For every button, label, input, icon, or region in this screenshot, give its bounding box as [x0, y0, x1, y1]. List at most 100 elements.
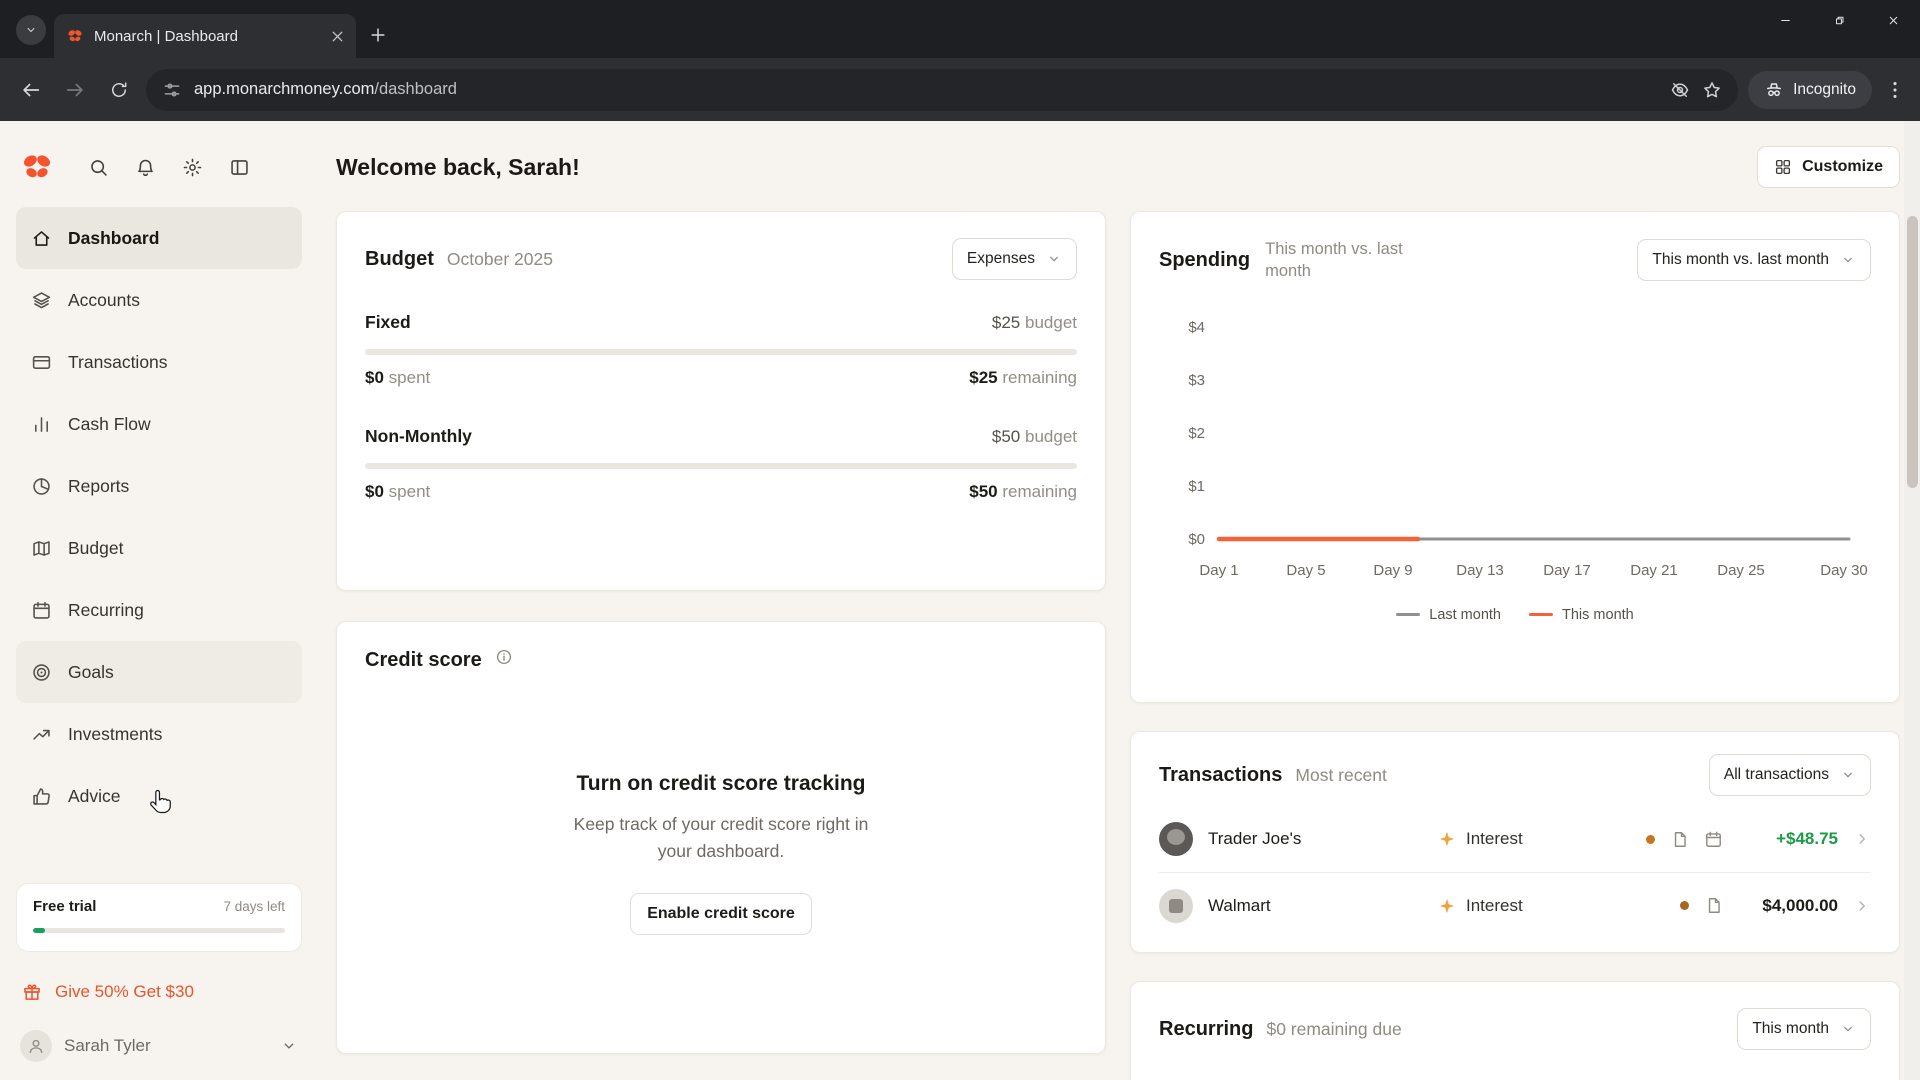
note-icon[interactable]: [1670, 830, 1689, 849]
spending-title: Spending: [1159, 249, 1250, 272]
calendar-icon[interactable]: [1704, 830, 1723, 849]
info-icon[interactable]: [495, 648, 513, 666]
search-icon[interactable]: [88, 157, 109, 178]
spending-range-select[interactable]: This month vs. last month: [1637, 239, 1871, 281]
enable-credit-score-button[interactable]: Enable credit score: [630, 893, 812, 935]
sidebar-item[interactable]: Goals: [16, 641, 302, 703]
user-name: Sarah Tyler: [64, 1036, 268, 1056]
category-chip[interactable]: Interest: [1438, 896, 1665, 916]
spending-line-chart: $4 $3 $2 $1 $0 Day 1 Day 5 Day 9 Day 13 …: [1159, 299, 1871, 599]
svg-text:$0: $0: [1188, 531, 1205, 548]
tab-close-icon[interactable]: [329, 28, 346, 45]
sidebar-item[interactable]: Investments: [16, 703, 302, 765]
collapse-sidebar-icon[interactable]: [229, 157, 250, 178]
minimize-button[interactable]: [1758, 0, 1812, 40]
home-icon: [31, 228, 52, 249]
budget-period: October 2025: [447, 249, 553, 270]
sidebar-item-label: Recurring: [68, 600, 144, 621]
close-button[interactable]: [1866, 0, 1920, 40]
restore-button[interactable]: [1812, 0, 1866, 40]
category-label: Interest: [1466, 829, 1523, 849]
svg-text:Day 9: Day 9: [1373, 562, 1412, 579]
remaining-amount: $50: [969, 482, 997, 501]
budget-type-select[interactable]: Expenses: [952, 238, 1077, 280]
minimize-icon: [1779, 14, 1792, 27]
chevron-right-icon[interactable]: [1853, 897, 1871, 915]
browser-menu-button[interactable]: [1884, 79, 1906, 101]
sidebar-item[interactable]: Recurring: [16, 579, 302, 641]
svg-text:Day 25: Day 25: [1717, 562, 1765, 579]
svg-text:Day 13: Day 13: [1456, 562, 1504, 579]
browser-toolbar: app.monarchmoney.com/dashboard Incognito: [0, 58, 1920, 121]
this-month-legend-swatch: [1529, 613, 1553, 617]
sidebar-item[interactable]: Advice: [16, 765, 302, 827]
user-menu[interactable]: Sarah Tyler: [16, 1030, 302, 1062]
spending-card: Spending This month vs. last month This …: [1130, 211, 1900, 703]
site-settings-icon[interactable]: [162, 80, 182, 100]
notifications-bell-icon[interactable]: [135, 157, 156, 178]
sidebar-item-label: Cash Flow: [68, 414, 151, 435]
chevron-down-icon: [1840, 252, 1856, 268]
avatar: [20, 1030, 52, 1062]
person-icon: [27, 1037, 45, 1055]
credit-card-icon: [31, 352, 52, 373]
transactions-filter-select[interactable]: All transactions: [1709, 754, 1871, 796]
trial-progress-fill: [33, 928, 45, 933]
transaction-row[interactable]: Trader Joe's Interest: [1159, 806, 1871, 872]
bookmark-star-icon[interactable]: [1702, 80, 1722, 100]
tab-search-button[interactable]: [16, 15, 46, 45]
forward-button[interactable]: [58, 73, 92, 107]
svg-text:Day 17: Day 17: [1543, 562, 1591, 579]
browser-window: Monarch | Dashboard app.monarchmoney.com…: [0, 0, 1920, 1080]
sidebar-item[interactable]: Dashboard: [16, 207, 302, 269]
recurring-range-select[interactable]: This month: [1737, 1008, 1871, 1050]
refresh-button[interactable]: [102, 73, 136, 107]
page-scrollbar[interactable]: [1904, 121, 1920, 1080]
category-chip[interactable]: Interest: [1438, 829, 1631, 849]
chevron-right-icon[interactable]: [1853, 830, 1871, 848]
customize-button[interactable]: Customize: [1757, 146, 1900, 188]
credit-score-card: Credit score Turn on credit score tracki…: [336, 621, 1106, 1054]
sidebar-item-label: Budget: [68, 538, 123, 559]
interest-badge-icon: [1438, 830, 1456, 848]
sidebar-item[interactable]: Cash Flow: [16, 393, 302, 455]
scrollbar-thumb[interactable]: [1907, 216, 1918, 488]
transaction-amount: +$48.75: [1738, 829, 1838, 849]
thumbs-up-icon: [31, 786, 52, 807]
sidebar-item[interactable]: Accounts: [16, 269, 302, 331]
spent-label: spent: [389, 368, 431, 387]
target-icon: [31, 662, 52, 683]
browser-tab[interactable]: Monarch | Dashboard: [54, 14, 356, 58]
referral-link[interactable]: Give 50% Get $30: [16, 982, 302, 1002]
budget-group[interactable]: Fixed $25 budget $0 spent $25 remaining: [365, 312, 1077, 388]
status-dot: [1646, 835, 1655, 844]
new-tab-button[interactable]: [368, 25, 388, 45]
settings-gear-icon[interactable]: [182, 157, 203, 178]
incognito-icon: [1764, 80, 1784, 100]
sidebar-item[interactable]: Transactions: [16, 331, 302, 393]
eye-off-icon[interactable]: [1670, 80, 1690, 100]
sidebar-item[interactable]: Reports: [16, 455, 302, 517]
free-trial-card: Free trial 7 days left: [16, 883, 302, 952]
monarch-logo-icon[interactable]: [16, 149, 58, 185]
sidebar-item[interactable]: Budget: [16, 517, 302, 579]
merchant-name: Trader Joe's: [1208, 829, 1423, 849]
budget-group[interactable]: Non-Monthly $50 budget $0 spent $50 rema…: [365, 426, 1077, 502]
credit-description: Keep track of your credit score right in…: [571, 811, 871, 865]
restore-icon: [1833, 14, 1846, 27]
layers-icon: [31, 290, 52, 311]
spending-subtitle: This month vs. last month: [1265, 238, 1425, 283]
url-domain: app.monarchmoney.com: [194, 80, 374, 98]
transactions-filter-value: All transactions: [1724, 766, 1829, 784]
close-icon: [1887, 14, 1900, 27]
note-icon[interactable]: [1704, 896, 1723, 915]
chevron-down-icon: [24, 23, 38, 37]
app-page: Dashboard Accounts Transactions: [0, 121, 1920, 1080]
grid-icon: [1774, 158, 1792, 176]
address-bar[interactable]: app.monarchmoney.com/dashboard: [146, 69, 1738, 111]
sidebar-item-label: Dashboard: [68, 228, 159, 249]
chevron-down-icon: [280, 1037, 298, 1055]
budget-amount-label: budget: [1025, 427, 1077, 446]
back-button[interactable]: [14, 73, 48, 107]
transaction-row[interactable]: Walmart Interest $4: [1159, 872, 1871, 938]
